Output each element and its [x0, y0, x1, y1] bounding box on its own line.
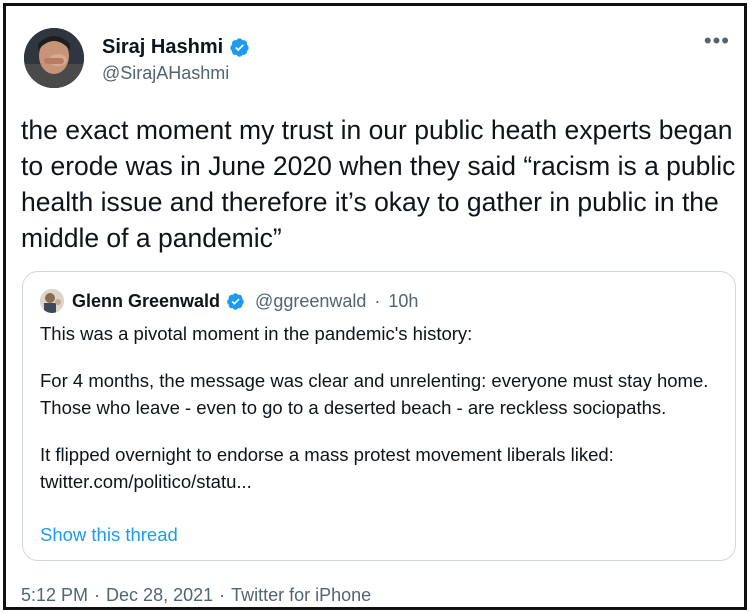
author-handle[interactable]: @SirajAHashmi [102, 63, 250, 84]
quoted-tweet-header: Glenn Greenwald @ggreenwald · 10h [40, 289, 418, 313]
verified-badge-icon [230, 38, 249, 57]
meta-separator: · [374, 290, 381, 311]
author-avatar[interactable] [24, 28, 84, 88]
tweet-source[interactable]: Twitter for iPhone [231, 585, 371, 606]
tweet-time[interactable]: 5:12 PM [21, 585, 88, 606]
meta-separator: · [94, 585, 101, 605]
quoted-tweet-text: This was a pivotal moment in the pandemi… [40, 320, 720, 495]
quoted-tweet-link[interactable]: twitter.com/politico/statu... [40, 468, 720, 495]
tweet-footer: 5:12 PM · Dec 28, 2021 · Twitter for iPh… [21, 585, 371, 606]
tweet-date[interactable]: Dec 28, 2021 [106, 585, 213, 606]
verified-badge-icon [227, 292, 244, 310]
meta-separator: · [219, 585, 226, 605]
show-thread-link[interactable]: Show this thread [40, 524, 178, 546]
quoted-paragraph: It flipped overnight to endorse a mass p… [40, 444, 614, 465]
more-options-icon[interactable]: ••• [704, 30, 730, 52]
quoted-author-handle[interactable]: @ggreenwald [255, 291, 366, 312]
author-name[interactable]: Siraj Hashmi [102, 36, 223, 59]
quoted-author-name[interactable]: Glenn Greenwald [72, 291, 220, 312]
tweet-card: Siraj Hashmi @SirajAHashmi ••• the exact… [3, 3, 747, 610]
author-avatar-image [24, 28, 84, 88]
tweet-text: the exact moment my trust in our public … [21, 115, 743, 253]
author-info: Siraj Hashmi @SirajAHashmi [102, 36, 250, 84]
quoted-tweet-time[interactable]: 10h [388, 291, 418, 312]
quoted-paragraph: This was a pivotal moment in the pandemi… [40, 323, 473, 344]
quoted-paragraph: For 4 months, the message was clear and … [40, 370, 709, 418]
quoted-author-avatar[interactable] [40, 289, 64, 313]
quoted-author-avatar-image [40, 289, 64, 313]
quoted-tweet[interactable]: Glenn Greenwald @ggreenwald · 10h This w… [22, 271, 736, 561]
